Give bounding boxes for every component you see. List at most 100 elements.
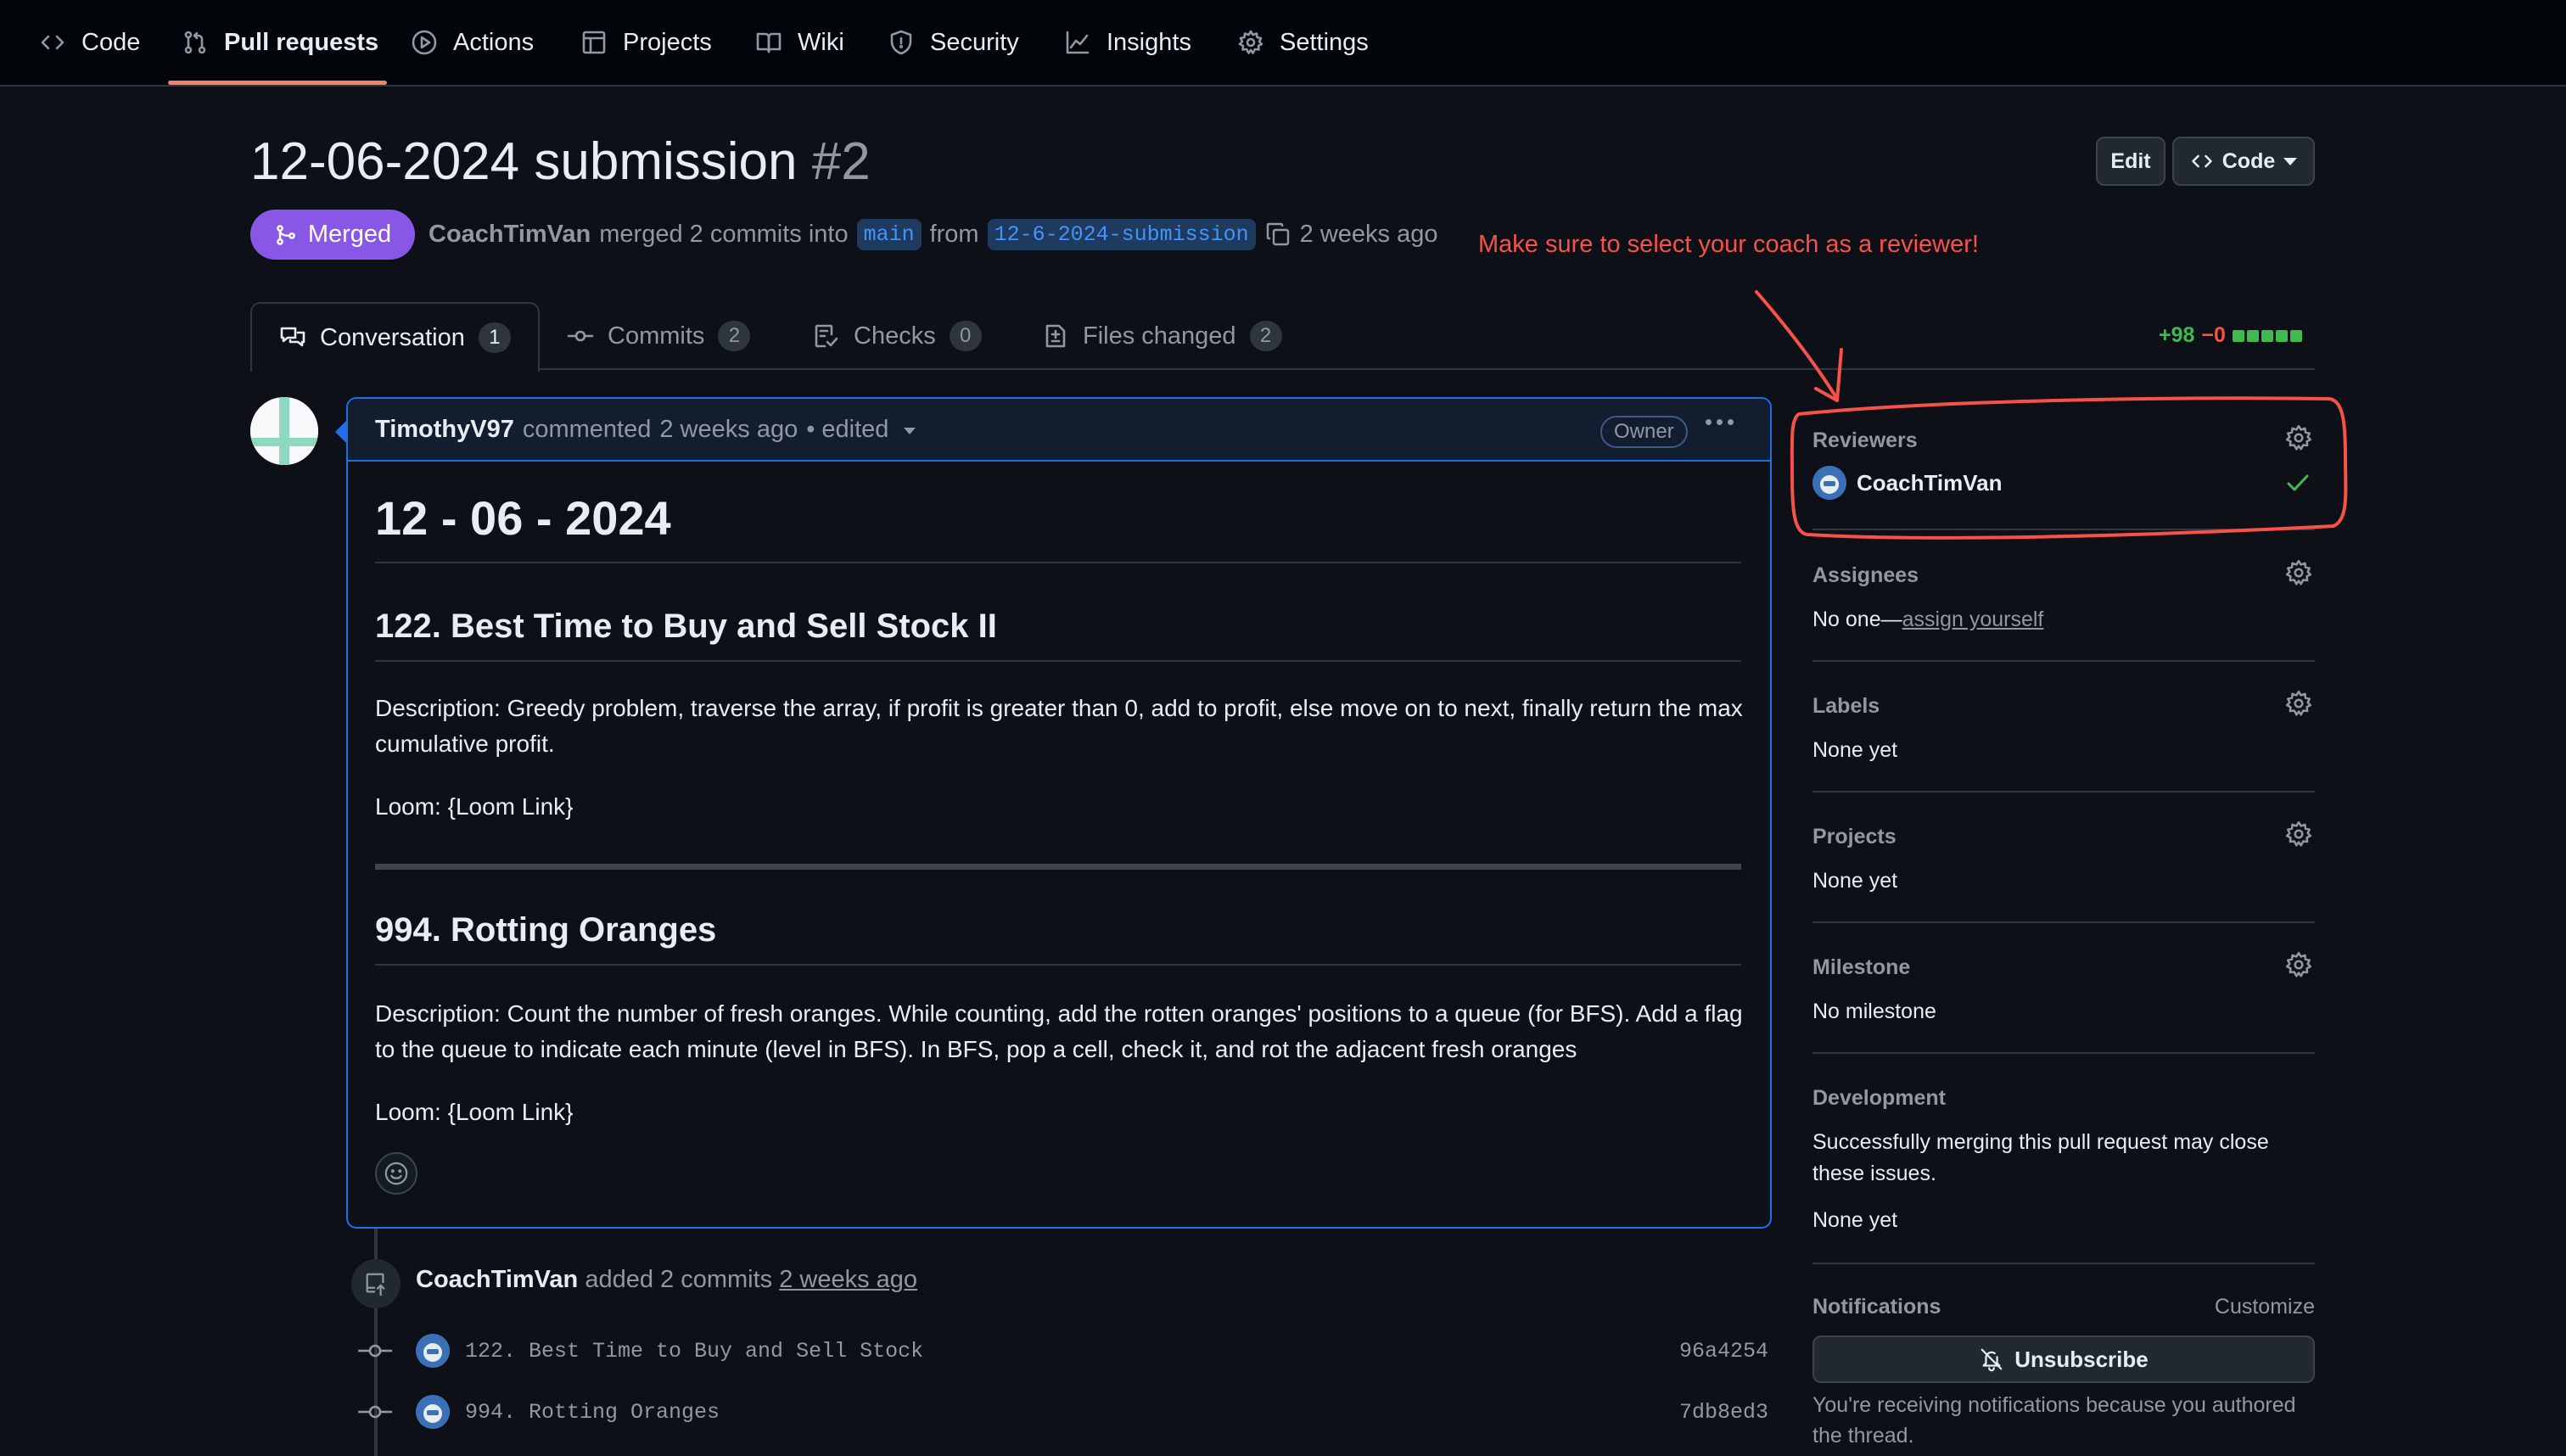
sidebar-notifications-title: Notifications: [1812, 1295, 1941, 1319]
timeline-event: CoachTimVan added 2 commits 2 weeks ago: [416, 1266, 917, 1294]
sidebar-labels: Labels None yet: [1812, 690, 2315, 792]
section-loom-2: Loom: {Loom Link}: [375, 1099, 574, 1125]
tab-checks[interactable]: Checks 0: [813, 302, 982, 370]
gear-icon[interactable]: [2284, 820, 2315, 850]
repo-push-icon: [363, 1271, 389, 1296]
sidebar-assignees: Assignees No one—assign yourself: [1812, 559, 2315, 662]
nav-insights-label: Insights: [1107, 28, 1191, 56]
sidebar-development-value: None yet: [1812, 1208, 1898, 1232]
event-time-link[interactable]: 2 weeks ago: [779, 1266, 917, 1293]
copy-icon[interactable]: [1264, 221, 1291, 248]
nav-settings[interactable]: Settings: [1237, 0, 1369, 85]
merge-author-link[interactable]: CoachTimVan: [429, 221, 591, 249]
customize-link[interactable]: Customize: [2215, 1295, 2315, 1319]
commit-message-link[interactable]: 122. Best Time to Buy and Sell Stock: [465, 1339, 923, 1364]
nav-actions-label: Actions: [453, 28, 535, 56]
nav-insights[interactable]: Insights: [1064, 0, 1191, 85]
sidebar-assignees-title: Assignees: [1812, 563, 1919, 587]
page-title: 12-06-2024 submission #2: [250, 132, 871, 192]
horizontal-rule: [375, 864, 1741, 870]
annotation-arrow-head: [1814, 348, 1843, 402]
tab-files-changed[interactable]: Files changed 2: [1042, 302, 1282, 370]
code-dropdown-button[interactable]: Code: [2172, 137, 2315, 186]
event-text: added 2 commits: [585, 1266, 773, 1293]
unsubscribe-button[interactable]: Unsubscribe: [1812, 1336, 2315, 1383]
nav-security[interactable]: Security: [888, 0, 1019, 85]
nav-code[interactable]: Code: [39, 0, 140, 85]
bell-slash-icon: [1979, 1347, 2004, 1372]
commit-message-link[interactable]: 994. Rotting Oranges: [465, 1400, 720, 1425]
no-assignee-text: No one—: [1812, 608, 1902, 631]
comment-heading: 12 - 06 - 2024: [375, 491, 671, 545]
nav-projects[interactable]: Projects: [580, 0, 712, 85]
gear-icon[interactable]: [2284, 423, 2315, 454]
nav-projects-label: Projects: [623, 28, 712, 56]
sidebar-labels-title: Labels: [1812, 694, 1880, 718]
gear-icon[interactable]: [2284, 558, 2315, 589]
pr-meta-line: CoachTimVan merged 2 commits into main f…: [429, 213, 1437, 255]
nav-code-label: Code: [81, 28, 141, 56]
reviewer-name: CoachTimVan: [1857, 469, 2003, 496]
status-badge: Merged: [250, 210, 415, 260]
code-icon: [39, 29, 66, 56]
sidebar-projects-value: None yet: [1812, 869, 1898, 893]
commit-row: 994. Rotting Oranges 7db8ed3: [358, 1393, 1775, 1431]
section-loom-1: Loom: {Loom Link}: [375, 793, 574, 820]
edited-dropdown[interactable]: • edited: [806, 416, 888, 444]
sidebar-reviewers: Reviewers CoachTimVan: [1812, 424, 2315, 530]
code-button-label: Code: [2221, 148, 2276, 173]
owner-badge: Owner: [1600, 416, 1688, 448]
base-branch[interactable]: main: [856, 218, 922, 250]
section-description-1: Description: Greedy problem, traverse th…: [375, 695, 1743, 757]
nav-wiki[interactable]: Wiki: [755, 0, 844, 85]
tab-commits[interactable]: Commits 2: [567, 302, 751, 370]
add-reaction-button[interactable]: [375, 1152, 417, 1195]
tab-checks-count: 0: [949, 321, 982, 351]
git-merge-icon: [274, 223, 298, 247]
merged-time: 2 weeks ago: [1299, 220, 1438, 248]
active-tab-underline: [168, 81, 387, 85]
commit-row: 122. Best Time to Buy and Sell Stock 96a…: [358, 1332, 1775, 1369]
tab-files-changed-count: 2: [1249, 321, 1282, 351]
check-icon: [2284, 469, 2311, 496]
avatar[interactable]: [416, 1395, 450, 1429]
commit-sha-link[interactable]: 96a4254: [1679, 1339, 1768, 1364]
tab-conversation-label: Conversation: [320, 323, 465, 351]
comment-author-link[interactable]: TimothyV97: [375, 416, 514, 444]
nav-wiki-label: Wiki: [798, 28, 844, 56]
head-branch[interactable]: 12-6-2024-submission: [987, 218, 1256, 250]
edit-button[interactable]: Edit: [2096, 137, 2165, 186]
commit-sha-link[interactable]: 7db8ed3: [1679, 1400, 1768, 1425]
nav-pull-requests-label: Pull requests: [224, 28, 379, 56]
sidebar-reviewers-title: Reviewers: [1812, 428, 1918, 452]
gear-icon[interactable]: [2284, 689, 2315, 720]
nav-actions[interactable]: Actions: [411, 0, 534, 85]
chevron-down-icon[interactable]: [904, 428, 916, 434]
sidebar-development-title: Development: [1812, 1086, 1946, 1110]
sidebar-milestone: Milestone No milestone: [1812, 951, 2315, 1054]
table-icon: [580, 29, 608, 56]
avatar: [1812, 466, 1846, 500]
nav-settings-label: Settings: [1280, 28, 1369, 56]
diffstat-blocks: [2232, 329, 2302, 342]
avatar[interactable]: [250, 397, 318, 465]
gear-icon[interactable]: [2284, 950, 2315, 981]
pr-number: #2: [811, 132, 871, 191]
code-icon: [2190, 149, 2214, 173]
tab-conversation[interactable]: Conversation 1: [250, 302, 540, 372]
sidebar-projects: Projects None yet: [1812, 820, 2315, 923]
assign-yourself-link[interactable]: assign yourself: [1902, 608, 2044, 631]
comment-time-link[interactable]: 2 weeks ago: [659, 416, 798, 444]
sidebar-notifications: Notifications Customize: [1812, 1295, 2315, 1329]
nav-pull-requests[interactable]: Pull requests: [182, 0, 378, 85]
event-author-link[interactable]: CoachTimVan: [416, 1266, 578, 1293]
repo-nav: Code Pull requests Actions Projects Wiki…: [0, 0, 2566, 87]
heading-rule: [375, 562, 1741, 563]
section-heading-2: 994. Rotting Oranges: [375, 911, 717, 949]
kebab-menu-icon[interactable]: [1706, 419, 1734, 425]
git-commit-icon: [358, 1402, 392, 1422]
sidebar-milestone-value: No milestone: [1812, 1000, 1936, 1023]
reviewer-item[interactable]: CoachTimVan: [1812, 466, 2002, 500]
graph-icon: [1064, 29, 1091, 56]
avatar[interactable]: [416, 1334, 450, 1368]
